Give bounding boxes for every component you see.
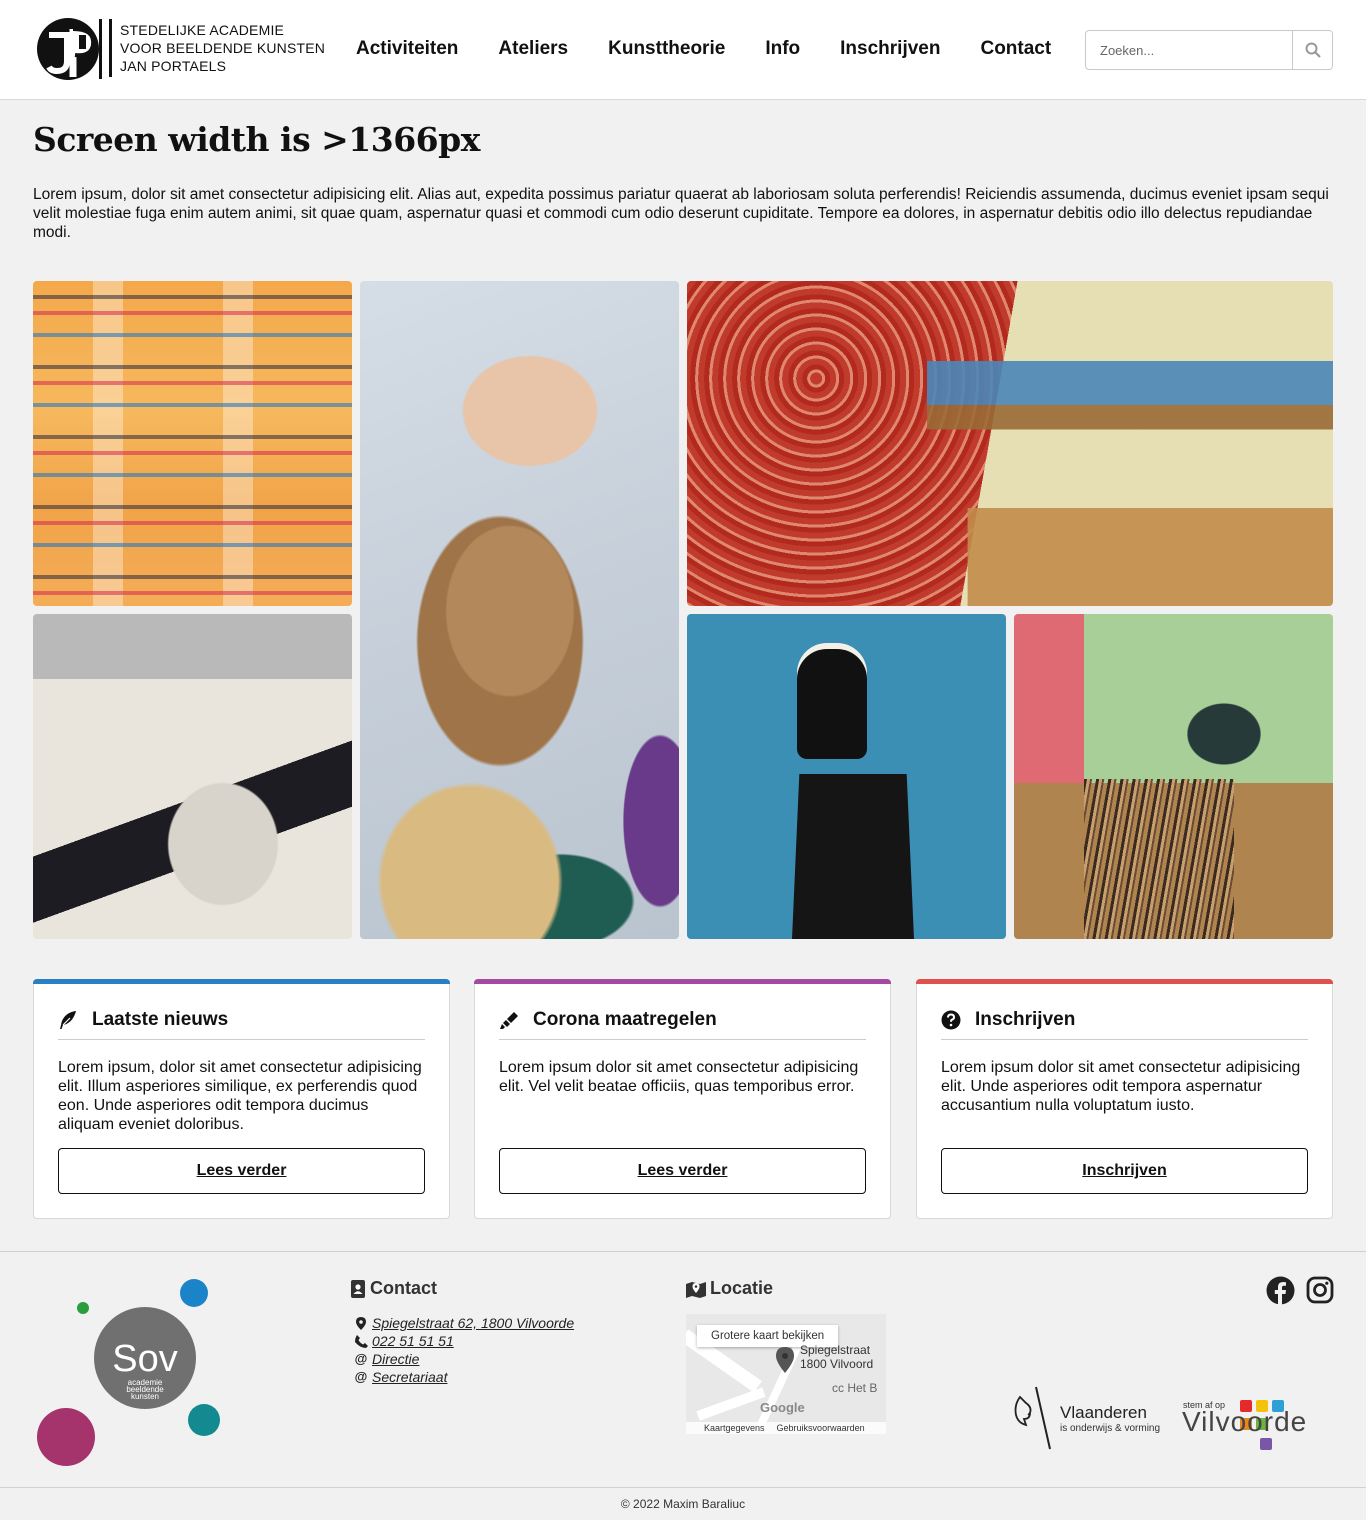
main-nav: Activiteiten Ateliers Kunsttheorie Info …	[356, 38, 1091, 60]
location-heading: Locatie	[686, 1278, 773, 1299]
card-body: Lorem ipsum dolor sit amet consectetur a…	[499, 1059, 859, 1095]
card-inschrijven: Inschrijven Lorem ipsum dolor sit amet c…	[916, 979, 1333, 1219]
read-more-button[interactable]: Lees verder	[499, 1148, 866, 1194]
flemish-lion-icon	[1014, 1386, 1051, 1450]
card-body: Lorem ipsum, dolor sit amet consectetur …	[58, 1059, 422, 1133]
vilvoorde-wordmark: Vilvoorde	[1182, 1406, 1308, 1437]
contact-heading-text: Contact	[370, 1278, 437, 1298]
read-more-button[interactable]: Lees verder	[58, 1148, 425, 1194]
address-link[interactable]: Spiegelstraat 62, 1800 Vilvoorde	[372, 1314, 574, 1332]
nav-activiteiten[interactable]: Activiteiten	[356, 38, 458, 60]
search-input[interactable]	[1086, 31, 1292, 69]
logo-line: JAN PORTAELS	[120, 58, 227, 74]
contact-item: @ Secretariaat	[350, 1368, 574, 1386]
site-header: STEDELIJKE ACADEMIE VOOR BEELDENDE KUNST…	[0, 0, 1366, 100]
map-marker-icon	[776, 1347, 794, 1373]
sov-logo-graphic: Sov academie beeldende kunsten	[37, 1279, 220, 1466]
page-title: Screen width is >1366px	[33, 120, 480, 159]
logo-text: STEDELIJKE ACADEMIE VOOR BEELDENDE KUNST…	[109, 19, 325, 77]
directie-email-link[interactable]: Directie	[372, 1350, 419, 1368]
gallery-image-brushes-atelier[interactable]	[1014, 614, 1333, 939]
facebook-link[interactable]	[1266, 1276, 1295, 1305]
card-title: Inschrijven	[975, 1008, 1076, 1030]
search-box	[1085, 30, 1333, 70]
card-accent-bar	[33, 979, 450, 984]
secretariaat-email-link[interactable]: Secretariaat	[372, 1368, 447, 1386]
map-pin-icon	[350, 1316, 372, 1330]
search-button[interactable]	[1292, 31, 1332, 69]
card-accent-bar	[474, 979, 891, 984]
instagram-link[interactable]	[1306, 1276, 1334, 1304]
gallery-image-abstract-painting[interactable]	[33, 281, 352, 606]
card-accent-bar	[916, 979, 1333, 984]
card-title: Corona maatregelen	[533, 1008, 717, 1030]
phone-icon	[350, 1334, 372, 1348]
instagram-icon	[1306, 1276, 1334, 1304]
google-map-embed[interactable]: Grotere kaart bekijken Spiegelstraat 180…	[686, 1314, 886, 1434]
sov-logo[interactable]: Sov academie beeldende kunsten	[37, 1278, 237, 1468]
contact-item: 022 51 51 51	[350, 1332, 574, 1350]
nav-contact[interactable]: Contact	[980, 38, 1051, 60]
nav-inschrijven[interactable]: Inschrijven	[840, 38, 940, 60]
vlaanderen-text: Vlaanderen is onderwijs & vorming	[1060, 1403, 1160, 1434]
card-header: Corona maatregelen	[499, 1000, 866, 1040]
map-data-link[interactable]: Kaartgegevens	[704, 1423, 765, 1433]
at-icon: @	[354, 1369, 368, 1384]
highlighter-icon	[500, 1011, 518, 1029]
card-header: Laatste nieuws	[58, 1000, 425, 1040]
logo-line: STEDELIJKE ACADEMIE	[120, 22, 285, 38]
question-circle-icon	[941, 1010, 961, 1029]
card-title: Laatste nieuws	[92, 1008, 229, 1030]
academy-logo[interactable]: STEDELIJKE ACADEMIE VOOR BEELDENDE KUNST…	[35, 15, 325, 81]
map-address: Spiegelstraat 1800 Vilvoord	[800, 1343, 873, 1371]
map-location-icon	[686, 1281, 706, 1298]
nav-ateliers[interactable]: Ateliers	[498, 38, 568, 60]
register-button[interactable]: Inschrijven	[941, 1148, 1308, 1194]
vlaanderen-sub: is onderwijs & vorming	[1060, 1422, 1161, 1434]
card-header: Inschrijven	[941, 1000, 1308, 1040]
map-area-label: cc Het B	[832, 1381, 878, 1395]
map-footer: Kaartgegevens Gebruiksvoorwaarden	[686, 1422, 886, 1434]
card-corona-maatregelen: Corona maatregelen Lorem ipsum dolor sit…	[474, 979, 891, 1219]
map-address-line: Spiegelstraat	[800, 1343, 871, 1357]
nav-info[interactable]: Info	[765, 38, 800, 60]
sov-logo-text: Sov	[112, 1338, 177, 1380]
address-book-icon	[351, 1279, 365, 1298]
intro-text: Lorem ipsum, dolor sit amet consectetur …	[33, 186, 1329, 241]
facebook-icon	[1266, 1276, 1295, 1305]
gallery-image-clay-sculpture[interactable]	[360, 281, 679, 939]
map-road	[696, 1387, 766, 1421]
footer-divider	[0, 1251, 1366, 1252]
contact-item: Spiegelstraat 62, 1800 Vilvoorde	[350, 1314, 574, 1332]
logo-line: VOOR BEELDENDE KUNSTEN	[120, 40, 326, 56]
contact-list: Spiegelstraat 62, 1800 Vilvoorde 022 51 …	[350, 1314, 574, 1386]
card-body: Lorem ipsum dolor sit amet consectetur a…	[941, 1059, 1301, 1114]
copyright-text: © 2022 Maxim Baraliuc	[620, 1497, 746, 1511]
gallery-image-pencil-drawing[interactable]	[33, 614, 352, 939]
location-heading-text: Locatie	[710, 1278, 774, 1298]
map-terms-link[interactable]: Gebruiksvoorwaarden	[777, 1423, 865, 1433]
phone-link[interactable]: 022 51 51 51	[372, 1332, 454, 1350]
gallery-image-collage-figure[interactable]	[687, 614, 1006, 939]
contact-heading: Contact	[350, 1278, 437, 1299]
google-logo: Google	[760, 1400, 805, 1415]
sov-logo-sub: kunsten	[131, 1392, 159, 1401]
map-address-line: 1800 Vilvoord	[800, 1357, 874, 1371]
contact-item: @ Directie	[350, 1350, 574, 1368]
gallery-image-red-painting-easel[interactable]	[687, 281, 1333, 606]
search-icon	[1305, 42, 1321, 58]
feather-icon	[60, 1010, 76, 1029]
at-icon: @	[354, 1351, 368, 1366]
vilvoorde-logo[interactable]: stem af op Vilvoorde	[1182, 1398, 1334, 1454]
copyright-bar: © 2022 Maxim Baraliuc	[0, 1487, 1366, 1520]
card-laatste-nieuws: Laatste nieuws Lorem ipsum, dolor sit am…	[33, 979, 450, 1219]
nav-kunsttheorie[interactable]: Kunsttheorie	[608, 38, 725, 60]
vlaanderen-logo[interactable]: Vlaanderen is onderwijs & vorming	[1012, 1385, 1160, 1451]
jp-logo-icon	[37, 18, 102, 80]
vlaanderen-name: Vlaanderen	[1060, 1402, 1147, 1422]
